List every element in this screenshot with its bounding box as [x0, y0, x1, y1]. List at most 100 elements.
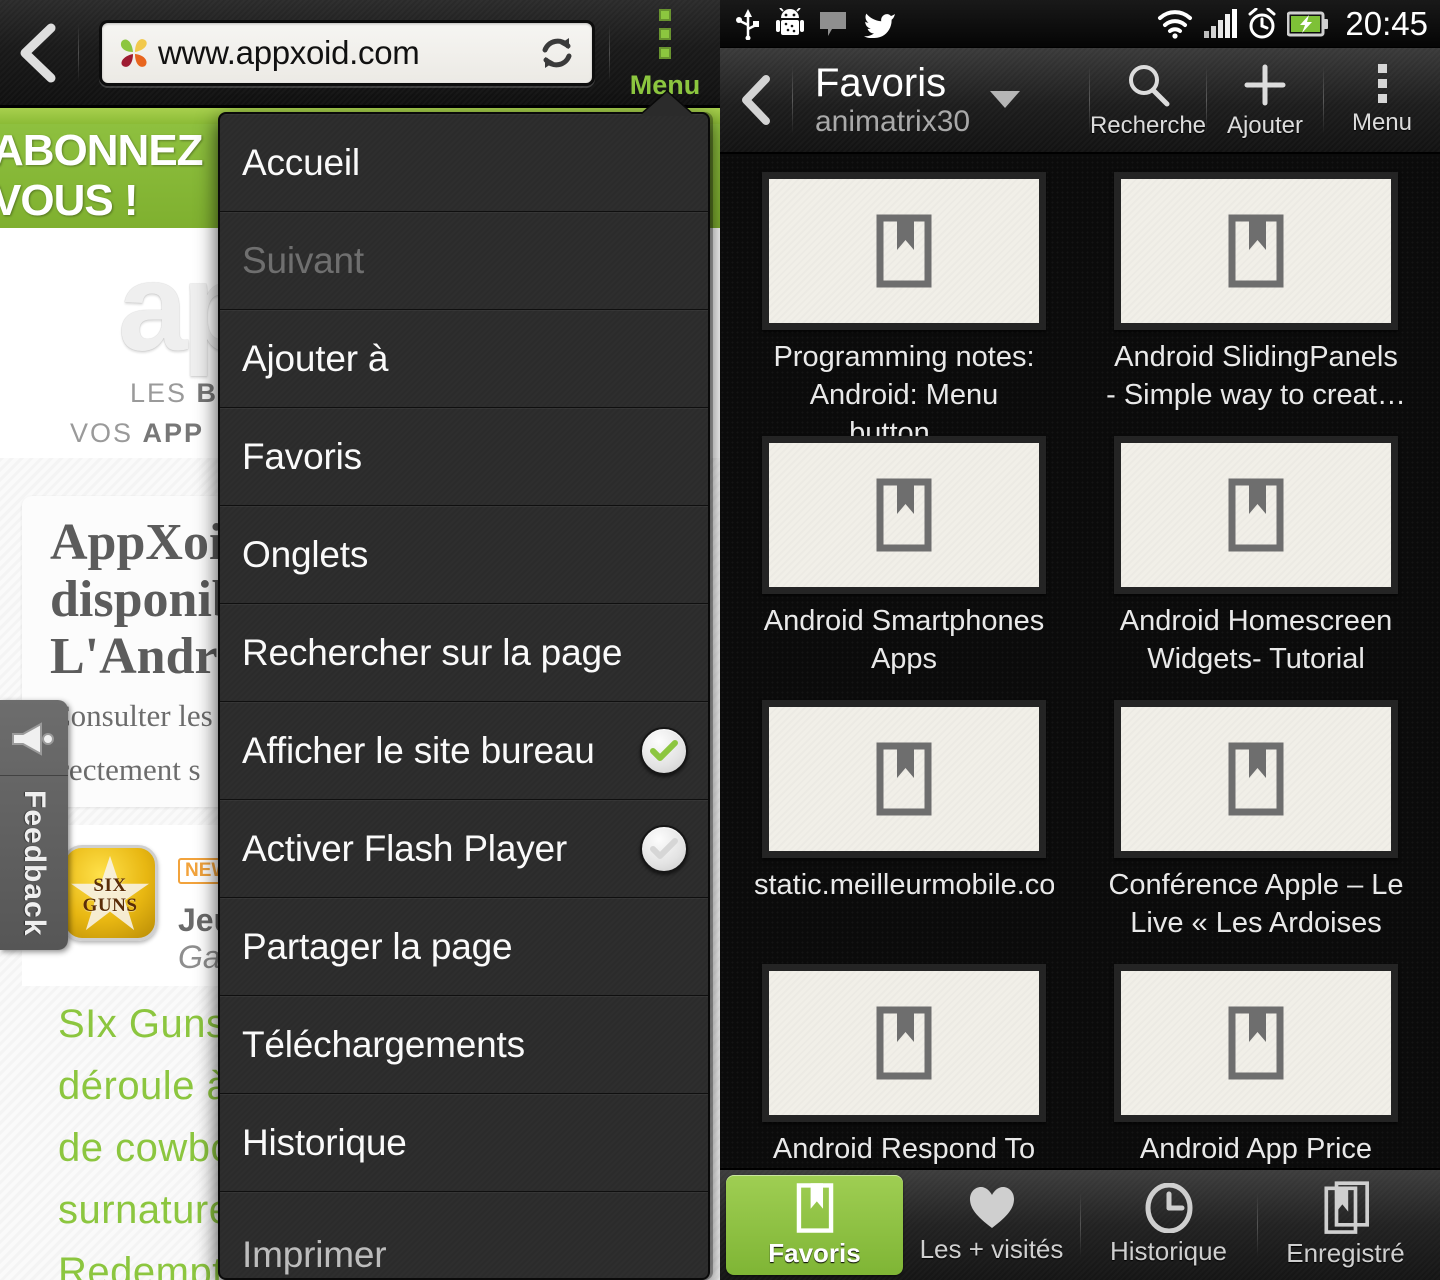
menu-item-rechercher-sur-la-page[interactable]: Rechercher sur la page	[220, 604, 708, 702]
bookmark-thumbnail	[762, 436, 1046, 594]
usb-icon	[736, 8, 759, 40]
battery-charging-icon	[1287, 11, 1329, 36]
menu-item-label: Ajouter à	[242, 337, 389, 379]
menu-item-label: Suivant	[242, 239, 365, 281]
checkmark-icon	[650, 739, 678, 761]
megaphone-icon	[0, 700, 68, 776]
bookmark-item[interactable]: static.meilleurmobile.com/download/odr/…	[742, 700, 1066, 964]
bookmark-thumbnail	[1114, 700, 1398, 858]
tagline-1-plain: LES	[130, 378, 197, 408]
bookmark-item[interactable]: Programming notes: Android: Menu button…	[742, 172, 1066, 436]
signal-bars-icon	[1204, 8, 1238, 38]
chevron-down-icon	[990, 91, 1021, 108]
menu-item-historique[interactable]: Historique	[220, 1094, 708, 1192]
bookmark-item[interactable]: Android App Price	[1094, 964, 1418, 1168]
tagline-1-bold: B	[196, 378, 219, 408]
menu-item-label: Imprimer	[242, 1234, 387, 1275]
bookmark-icon	[1228, 1006, 1284, 1080]
heart-icon	[969, 1187, 1014, 1228]
six-guns-icon-label: SIX GUNS	[65, 876, 155, 916]
bookmark-label: Programming notes: Android: Menu button…	[773, 341, 1035, 436]
url-text[interactable]: www.appxoid.com	[158, 34, 534, 72]
screen-root: www.appxoid.com Menu ABONNEZ VOUS ! LES …	[0, 0, 1440, 1280]
six-guns-label-1: SIX	[93, 875, 127, 896]
menu-item-label: Accueil	[242, 141, 360, 183]
search-button-label: Recherche	[1089, 112, 1207, 139]
reload-button[interactable]	[534, 30, 580, 76]
site-tagline-2: VOS APP	[70, 418, 204, 449]
app-menu-button[interactable]: Menu	[1324, 48, 1440, 152]
android-robot-icon	[776, 7, 804, 35]
bookmark-icon	[876, 742, 932, 816]
tagline-2-plain: VOS	[70, 418, 143, 448]
bookmark-icon	[876, 214, 932, 288]
bookmark-icon	[1228, 214, 1284, 288]
menu-item-accueil[interactable]: Accueil	[220, 114, 708, 212]
alarm-clock-icon	[1248, 7, 1276, 38]
menu-item-ajouter-a[interactable]: Ajouter à	[220, 310, 708, 408]
plus-icon	[1244, 64, 1286, 106]
tab-favoris[interactable]: Favoris	[726, 1175, 903, 1275]
menu-item-onglets[interactable]: Onglets	[220, 506, 708, 604]
app-back-button[interactable]	[720, 48, 792, 152]
bookmark-label: Android App Price	[1139, 1133, 1373, 1165]
menu-item-label: Historique	[242, 1121, 407, 1163]
bookmark-item[interactable]: Android Homescreen Widgets- Tutorial	[1094, 436, 1418, 700]
bookmarks-grid: Programming notes: Android: Menu button……	[720, 154, 1440, 1168]
folder-titles: Favoris animatrix30	[815, 61, 970, 139]
tab-historique[interactable]: Historique	[1080, 1175, 1257, 1275]
feedback-tab[interactable]: Feedback	[0, 700, 68, 950]
search-icon	[1129, 65, 1170, 107]
bookmark-label: Android SlidingPanels - Simple way to cr…	[1106, 341, 1406, 411]
tab-label: Enregistré	[1286, 1238, 1405, 1268]
checkbox-checked[interactable]	[640, 726, 688, 775]
toolbar-divider	[78, 23, 79, 82]
menu-item-label: Activer Flash Player	[242, 827, 567, 869]
menu-item-label: Favoris	[242, 435, 362, 477]
twitter-bird-icon	[864, 13, 895, 38]
menu-item-activer-flash-player[interactable]: Activer Flash Player	[220, 800, 708, 898]
overflow-dots-icon	[1377, 63, 1387, 103]
folder-selector[interactable]: Favoris animatrix30	[793, 48, 1089, 152]
menu-item-label: Rechercher sur la page	[242, 631, 623, 673]
add-button[interactable]: Ajouter	[1207, 48, 1323, 152]
tab-enregistre[interactable]: Enregistré	[1257, 1175, 1434, 1275]
search-button[interactable]: Recherche	[1090, 48, 1206, 152]
bookmark-label: Conférence Apple – Le Live « Les Ardoise…	[1108, 869, 1404, 939]
tab-label: Favoris	[768, 1238, 861, 1268]
bookmark-thumbnail	[1114, 436, 1398, 594]
menu-caret	[640, 92, 694, 116]
menu-item-partager-la-page[interactable]: Partager la page	[220, 898, 708, 996]
overflow-dots-icon	[659, 8, 671, 59]
browser-panel: www.appxoid.com Menu ABONNEZ VOUS ! LES …	[0, 0, 720, 1280]
menu-item-afficher-le-site-bureau[interactable]: Afficher le site bureau	[220, 702, 708, 800]
menu-item-telechargements[interactable]: Téléchargements	[220, 996, 708, 1094]
bookmark-item[interactable]: Android Smartphones Apps	[742, 436, 1066, 700]
status-bar-clock: 20:45	[1345, 4, 1428, 42]
tab-les-plus-visites[interactable]: Les + visités	[903, 1175, 1080, 1275]
six-guns-app-icon: SIX GUNS	[62, 845, 158, 941]
browser-back-button[interactable]	[0, 0, 78, 107]
browser-overflow-menu[interactable]: Accueil Suivant Ajouter à Favoris Onglet…	[218, 112, 710, 1280]
bookmark-thumbnail	[762, 964, 1046, 1122]
bookmark-label: Android Respond To	[772, 1133, 1036, 1165]
bookmark-icon	[876, 1006, 932, 1080]
wifi-icon	[1158, 9, 1193, 39]
checkbox-unchecked[interactable]	[640, 824, 688, 873]
bookmark-icon	[876, 478, 932, 552]
address-bar[interactable]: www.appxoid.com	[99, 19, 595, 86]
menu-item-favoris[interactable]: Favoris	[220, 408, 708, 506]
bookmark-item[interactable]: Conférence Apple – Le Live « Les Ardoise…	[1094, 700, 1418, 964]
bookmark-label: Android Smartphones Apps	[763, 605, 1045, 675]
menu-item-imprimer[interactable]: Imprimer	[220, 1192, 708, 1278]
tagline-2-bold: APP	[142, 418, 205, 448]
status-bar-left-icons	[734, 7, 1146, 40]
bookmark-item[interactable]: Android Respond To	[742, 964, 1066, 1168]
browser-menu-button[interactable]: Menu	[610, 0, 720, 107]
back-chevron-icon	[742, 75, 770, 125]
bookmark-label: static.meilleurmobile.com/download/odr/…	[754, 869, 1054, 901]
site-tagline-1: LES B	[130, 378, 218, 409]
bookmark-item[interactable]: Android SlidingPanels - Simple way to cr…	[1094, 172, 1418, 436]
appxoid-pinwheel-favicon	[116, 36, 152, 70]
menu-item-label: Téléchargements	[242, 1023, 525, 1065]
